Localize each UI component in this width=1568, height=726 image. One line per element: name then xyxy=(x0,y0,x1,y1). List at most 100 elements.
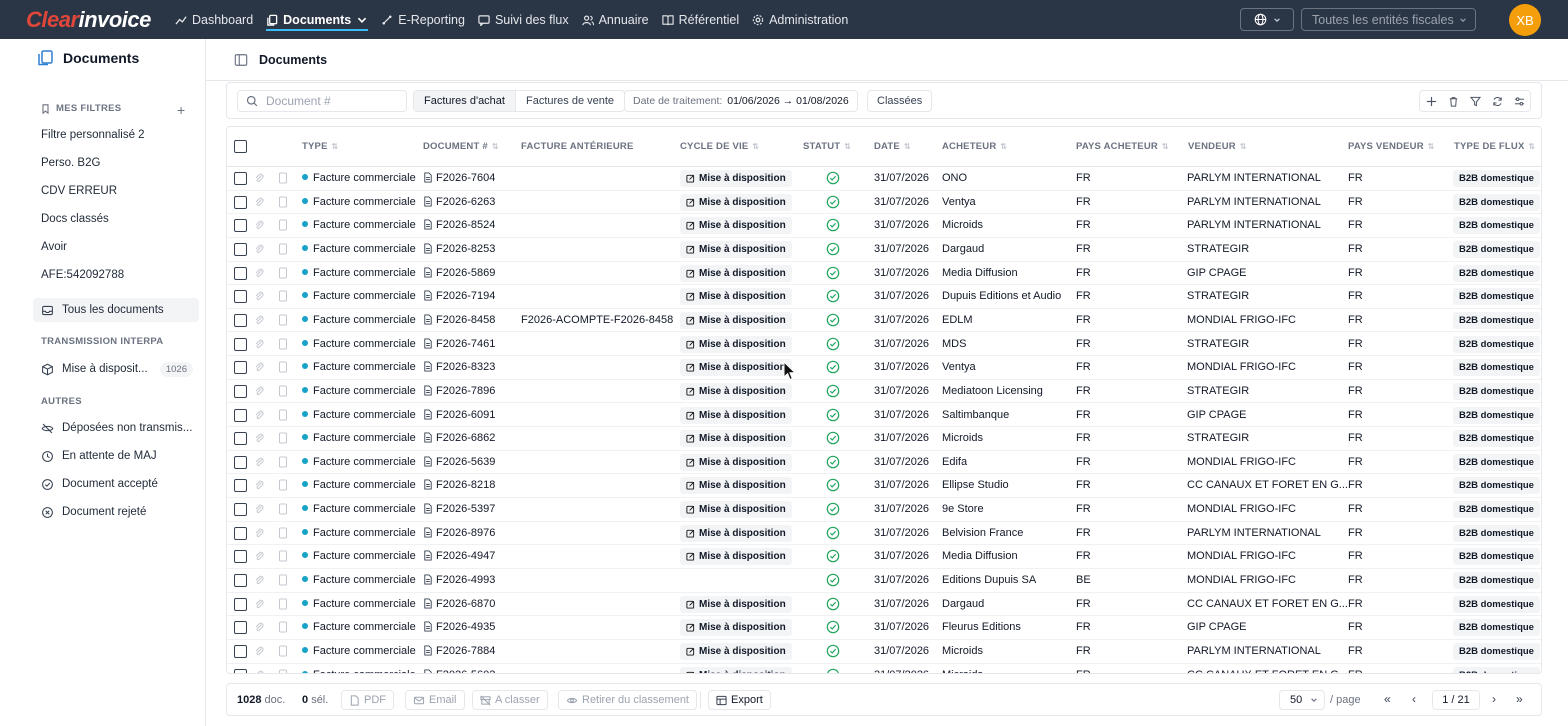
cell-document[interactable]: F2026-6091 xyxy=(423,409,495,421)
column-cycle-de-vie[interactable]: CYCLE DE VIE ⇅ xyxy=(680,141,759,152)
paperclip-icon[interactable] xyxy=(254,409,264,421)
cell-document[interactable]: F2026-6263 xyxy=(423,196,495,208)
column-statut[interactable]: STATUT ⇅ xyxy=(803,141,851,152)
bookmark-icon[interactable] xyxy=(278,409,288,421)
bookmark-icon[interactable] xyxy=(278,385,288,397)
sidebar-item-en-attente[interactable]: En attente de MAJ xyxy=(33,444,199,468)
table-row[interactable]: Facture commerciale F2026-8218 Mise à disp… xyxy=(227,474,1541,499)
paperclip-icon[interactable] xyxy=(254,172,264,184)
row-checkbox[interactable] xyxy=(234,645,247,658)
table-row[interactable]: Facture commerciale F2026-5397 Mise à disp… xyxy=(227,498,1541,522)
sidebar-item-deposees[interactable]: Déposées non transmis... xyxy=(33,416,199,440)
row-checkbox[interactable] xyxy=(234,242,247,256)
table-row[interactable]: Facture commerciale F2026-8323 Mise à disp… xyxy=(227,356,1541,380)
row-checkbox[interactable] xyxy=(234,384,247,398)
table-row[interactable]: Facture commerciale F2026-8253 Mise à disp… xyxy=(227,238,1541,262)
column-pays-vendeur[interactable]: PAYS VENDEUR ⇅ xyxy=(1348,141,1435,152)
cell-document[interactable]: F2026-8524 xyxy=(423,219,495,231)
table-row[interactable]: Facture commerciale F2026-7884 Mise à disp… xyxy=(227,640,1541,664)
delete-button[interactable] xyxy=(1442,91,1464,111)
bookmark-icon[interactable] xyxy=(278,621,288,633)
column-pays-acheteur[interactable]: PAYS ACHETEUR ⇅ xyxy=(1076,141,1169,152)
sidebar-filter-item[interactable]: Docs classés xyxy=(41,213,109,225)
paperclip-icon[interactable] xyxy=(254,479,264,491)
nav-item-suivi-des-flux[interactable]: Suivi des flux xyxy=(478,0,569,39)
paperclip-icon[interactable] xyxy=(254,503,264,515)
paperclip-icon[interactable] xyxy=(254,267,264,279)
row-checkbox[interactable] xyxy=(234,432,247,446)
email-button[interactable]: Email xyxy=(405,690,465,710)
row-checkbox[interactable] xyxy=(234,597,247,611)
bookmark-icon[interactable] xyxy=(278,432,288,444)
row-checkbox[interactable] xyxy=(234,290,247,304)
sidebar-toggle-icon[interactable] xyxy=(234,53,248,67)
cell-document[interactable]: F2026-8323 xyxy=(423,361,495,373)
table-row[interactable]: Facture commerciale F2026-7194 Mise à disp… xyxy=(227,285,1541,309)
row-checkbox[interactable] xyxy=(234,219,247,233)
cell-document[interactable]: F2026-6862 xyxy=(423,432,495,444)
table-row[interactable]: Facture commerciale F2026-5869 Mise à disp… xyxy=(227,262,1541,286)
sidebar-filter-item[interactable]: Perso. B2G xyxy=(41,157,100,169)
bookmark-icon[interactable] xyxy=(278,243,288,255)
bookmark-icon[interactable] xyxy=(278,574,288,586)
table-row[interactable]: Facture commerciale F2026-5639 Mise à disp… xyxy=(227,451,1541,475)
cell-document[interactable]: F2026-5602 xyxy=(423,669,495,673)
tab-factures-vente[interactable]: Factures de vente xyxy=(514,91,624,111)
nav-item-dashboard[interactable]: Dashboard xyxy=(175,0,253,39)
paperclip-icon[interactable] xyxy=(254,243,264,255)
a-classer-button[interactable]: A classer xyxy=(472,690,548,710)
last-page-button[interactable]: » xyxy=(1516,692,1523,706)
table-row[interactable]: Facture commerciale F2026-6263 Mise à disp… xyxy=(227,191,1541,215)
cell-document[interactable]: F2026-8253 xyxy=(423,243,495,255)
cell-document[interactable]: F2026-8976 xyxy=(423,527,495,539)
cell-document[interactable]: F2026-7896 xyxy=(423,385,495,397)
row-checkbox[interactable] xyxy=(234,172,247,185)
paperclip-icon[interactable] xyxy=(254,456,264,468)
paperclip-icon[interactable] xyxy=(254,621,264,633)
cell-document[interactable]: F2026-7604 xyxy=(423,172,495,184)
paperclip-icon[interactable] xyxy=(254,361,264,373)
column-acheteur[interactable]: ACHETEUR ⇅ xyxy=(942,141,1007,152)
refresh-button[interactable] xyxy=(1486,91,1508,111)
row-checkbox[interactable] xyxy=(234,195,247,209)
bookmark-icon[interactable] xyxy=(278,550,288,562)
cell-document[interactable]: F2026-8458 xyxy=(423,314,495,326)
filter-button[interactable] xyxy=(1464,91,1486,111)
table-row[interactable]: Facture commerciale F2026-8458 F2026-ACOMP… xyxy=(227,309,1541,333)
sidebar-filter-item[interactable]: CDV ERREUR xyxy=(41,185,117,197)
export-button[interactable]: Export xyxy=(708,690,771,710)
column-type-de-flux[interactable]: TYPE DE FLUX ⇅ xyxy=(1454,141,1535,152)
paperclip-icon[interactable] xyxy=(254,338,264,350)
prev-page-button[interactable]: ‹ xyxy=(1412,692,1416,706)
entity-select[interactable]: Toutes les entités fiscales xyxy=(1301,8,1476,31)
table-row[interactable]: Facture commerciale F2026-8524 Mise à disp… xyxy=(227,214,1541,238)
table-row[interactable]: Facture commerciale F2026-6862 Mise à disp… xyxy=(227,427,1541,451)
pdf-button[interactable]: PDF xyxy=(341,690,394,710)
paperclip-icon[interactable] xyxy=(254,598,264,610)
cell-document[interactable]: F2026-4935 xyxy=(423,621,495,633)
row-checkbox[interactable] xyxy=(234,503,247,517)
cell-document[interactable]: F2026-7461 xyxy=(423,338,495,350)
sidebar-item-rejete[interactable]: Document rejeté xyxy=(33,500,199,524)
bookmark-icon[interactable] xyxy=(278,314,288,326)
paperclip-icon[interactable] xyxy=(254,645,264,657)
paperclip-icon[interactable] xyxy=(254,432,264,444)
row-checkbox[interactable] xyxy=(234,408,247,422)
tab-factures-achat[interactable]: Factures d'achat xyxy=(414,91,515,111)
row-checkbox[interactable] xyxy=(234,337,247,351)
row-checkbox[interactable] xyxy=(234,313,247,327)
sidebar-item-all-documents[interactable]: Tous les documents xyxy=(33,298,199,322)
paperclip-icon[interactable] xyxy=(254,550,264,562)
row-checkbox[interactable] xyxy=(234,668,247,673)
paperclip-icon[interactable] xyxy=(254,385,264,397)
column-vendeur[interactable]: VENDEUR ⇅ xyxy=(1188,141,1247,152)
table-row[interactable]: Facture commerciale F2026-6091 Mise à disp… xyxy=(227,404,1541,428)
bookmark-icon[interactable] xyxy=(278,290,288,302)
table-row[interactable]: Facture commerciale F2026-4947 Mise à disp… xyxy=(227,545,1541,569)
table-row[interactable]: Facture commerciale F2026-7461 Mise à disp… xyxy=(227,333,1541,357)
cell-document[interactable]: F2026-5869 xyxy=(423,267,495,279)
sidebar-filter-item[interactable]: Avoir xyxy=(41,241,67,253)
user-avatar[interactable]: XB xyxy=(1509,4,1541,36)
row-checkbox[interactable] xyxy=(234,621,247,635)
sidebar-item-accepte[interactable]: Document accepté xyxy=(33,472,199,496)
